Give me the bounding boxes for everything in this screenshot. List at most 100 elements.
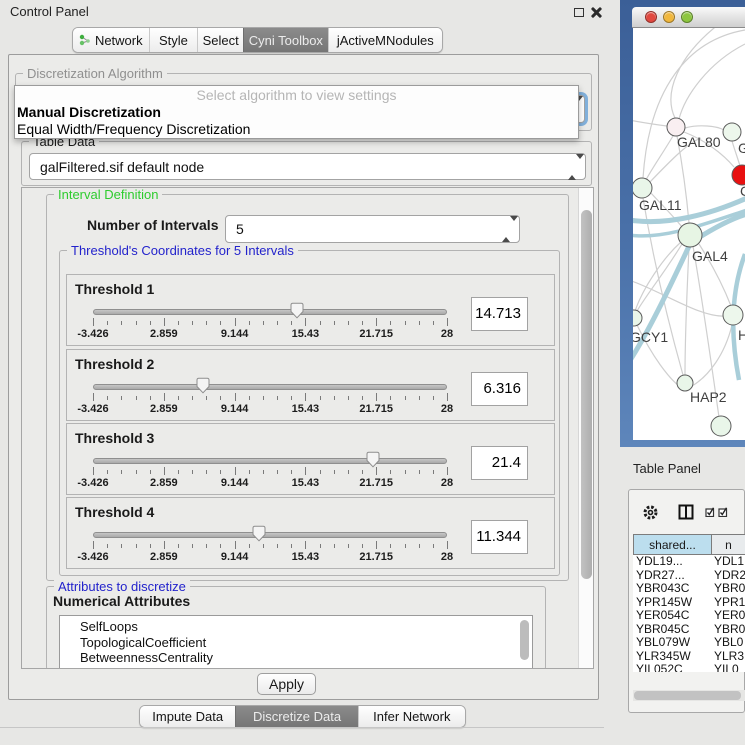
cell-name: YBL0: [712, 636, 745, 650]
split-columns-icon[interactable]: [678, 504, 694, 520]
tab-discretize-data[interactable]: Discretize Data: [235, 706, 357, 727]
threshold-slider[interactable]: -3.4262.8599.14415.4321.71528: [93, 524, 447, 568]
table-row[interactable]: YDR27...YDR2: [633, 569, 745, 583]
tab-cyni-toolbox[interactable]: Cyni Toolbox: [243, 28, 328, 52]
slider-track[interactable]: [93, 384, 447, 390]
tab-jactivemnodules[interactable]: jActiveMNodules: [328, 28, 442, 52]
network-window-titlebar[interactable]: [632, 7, 745, 28]
algorithm-option[interactable]: Manual Discretization: [15, 104, 578, 121]
tick-mark: [263, 470, 264, 474]
attribute-item[interactable]: SelfLoops: [80, 619, 532, 635]
network-view-window[interactable]: GAL80GACGAL11GAL4GCY1HHAP2: [620, 0, 745, 447]
slider-thumb[interactable]: [290, 302, 305, 319]
cyni-bottom-tab-bar: Impute Data Discretize DataInfer Network: [139, 705, 466, 728]
vertical-scrollbar-thumb[interactable]: [581, 210, 592, 579]
tab-impute-data[interactable]: Impute Data: [140, 706, 235, 727]
table-data-select[interactable]: galFiltered.sif default node: [29, 153, 586, 180]
tick-mark: [136, 396, 137, 400]
apply-button[interactable]: Apply: [257, 673, 316, 695]
tick-label: -3.426: [77, 328, 108, 340]
table-panel-title: Table Panel: [633, 461, 701, 476]
table-panel-box: shared... n YDL19...YDL1YDR27...YDR2YBR0…: [628, 489, 745, 713]
tick-mark: [220, 321, 221, 325]
table-row[interactable]: YLR345WYLR3: [633, 650, 745, 664]
table-row[interactable]: YIL052CYIL0: [633, 663, 745, 672]
table-row[interactable]: YBL079WYBL0: [633, 636, 745, 650]
cell-name: YER0: [712, 609, 745, 623]
numerical-attributes-list[interactable]: SelfLoopsTopologicalCoefficientBetweenne…: [59, 615, 533, 669]
table-row[interactable]: YPR145WYPR1: [633, 596, 745, 610]
table-row[interactable]: YBR045CYBR0: [633, 623, 745, 637]
checkbox-icon[interactable]: [718, 507, 728, 517]
slider-tick-labels: -3.4262.8599.14415.4321.71528: [93, 328, 447, 341]
network-node[interactable]: [732, 165, 745, 185]
zoom-traffic-light-icon[interactable]: [681, 11, 693, 23]
tab-label: Cyni Toolbox: [249, 33, 323, 48]
network-node[interactable]: [678, 223, 702, 247]
slider-track[interactable]: [93, 458, 447, 464]
threshold-slider[interactable]: -3.4262.8599.14415.4321.71528: [93, 376, 447, 420]
tick-mark: [419, 544, 420, 548]
attribute-item[interactable]: BetweennessCentrality: [80, 650, 532, 666]
horizontal-scrollbar-track[interactable]: [633, 690, 745, 701]
float-window-icon[interactable]: [574, 8, 584, 17]
threshold-value-field[interactable]: 14.713: [471, 297, 528, 331]
number-of-intervals-select[interactable]: 5: [225, 215, 520, 243]
tick-label: 2.859: [150, 328, 178, 340]
control-panel-tab-bar: NetworkStyleSelect Cyni Toolbox jActiveMNo…: [72, 27, 443, 53]
tick-label: 28: [441, 477, 453, 489]
column-header-name[interactable]: n: [712, 534, 745, 555]
algorithm-option[interactable]: Equal Width/Frequency Discretization: [15, 121, 578, 138]
table-row[interactable]: YER054CYER0: [633, 609, 745, 623]
tick-mark: [206, 396, 207, 400]
tick-mark: [376, 318, 377, 326]
list-scrollbar-thumb[interactable]: [520, 620, 529, 660]
node-label: GAL4: [692, 248, 728, 264]
horizontal-scrollbar-thumb[interactable]: [634, 691, 741, 700]
tick-mark: [405, 396, 406, 400]
tab-network[interactable]: Network: [73, 28, 149, 52]
tick-mark: [291, 321, 292, 325]
tick-mark: [150, 470, 151, 474]
tab-infer-network[interactable]: Infer Network: [358, 706, 465, 727]
network-node[interactable]: [723, 123, 741, 141]
network-node[interactable]: [723, 305, 743, 325]
attribute-item[interactable]: TopologicalCoefficient: [80, 635, 532, 651]
tick-mark: [206, 321, 207, 325]
checkbox-icon[interactable]: [705, 507, 715, 517]
threshold-value-field[interactable]: 11.344: [471, 520, 528, 554]
network-edge: [646, 136, 673, 180]
tick-mark: [362, 470, 363, 474]
slider-thumb[interactable]: [252, 525, 267, 542]
table-row[interactable]: YDL19...YDL1: [633, 555, 745, 569]
tick-mark: [390, 396, 391, 400]
tick-mark: [447, 393, 448, 401]
threshold-panel: Threshold 1 -3.4262.8599.14415.4321.7152…: [66, 274, 555, 346]
tick-mark: [150, 544, 151, 548]
network-node[interactable]: [711, 416, 731, 436]
tab-select[interactable]: Select: [197, 28, 243, 52]
slider-thumb[interactable]: [195, 377, 210, 394]
minimize-traffic-light-icon[interactable]: [663, 11, 675, 23]
table-row[interactable]: YBR043CYBR0: [633, 582, 745, 596]
close-panel-icon[interactable]: [590, 7, 601, 18]
tab-label: jActiveMNodules: [337, 33, 434, 48]
tick-mark: [362, 544, 363, 548]
network-node[interactable]: [633, 310, 642, 326]
threshold-value-field[interactable]: 21.4: [471, 446, 528, 480]
cell-name: YDR2: [712, 569, 745, 583]
slider-track[interactable]: [93, 309, 447, 315]
tick-mark: [107, 396, 108, 400]
tab-label: Impute Data: [152, 709, 223, 724]
close-traffic-light-icon[interactable]: [645, 11, 657, 23]
slider-thumb[interactable]: [365, 451, 380, 468]
column-header-shared[interactable]: shared...: [633, 534, 712, 555]
threshold-slider[interactable]: -3.4262.8599.14415.4321.71528: [93, 301, 447, 345]
slider-track[interactable]: [93, 532, 447, 538]
network-canvas[interactable]: GAL80GACGAL11GAL4GCY1HHAP2: [633, 28, 745, 440]
tab-style[interactable]: Style: [149, 28, 198, 52]
threshold-slider[interactable]: -3.4262.8599.14415.4321.71528: [93, 450, 447, 494]
gear-icon[interactable]: [642, 504, 659, 521]
threshold-value-field[interactable]: 6.316: [471, 372, 528, 406]
network-node[interactable]: [633, 178, 652, 198]
